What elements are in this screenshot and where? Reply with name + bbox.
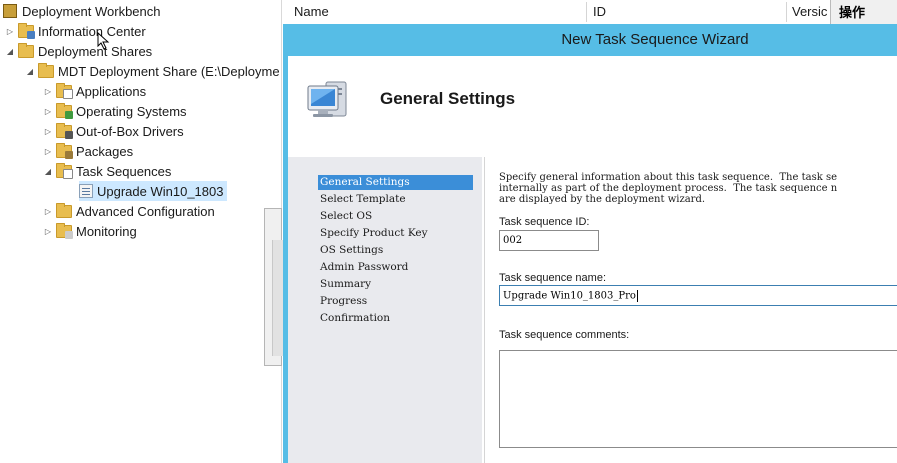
tree-item-label: Advanced Configuration (76, 203, 215, 219)
step-progress[interactable]: Progress (318, 294, 369, 309)
new-task-sequence-wizard: New Task Sequence Wizard General Setting… (283, 24, 897, 463)
tree-item-label: Packages (76, 143, 134, 159)
text-caret (636, 290, 638, 302)
computer-icon (307, 81, 347, 117)
folder-icon (56, 162, 73, 179)
wizard-header: General Settings (288, 56, 897, 157)
step-confirmation[interactable]: Confirmation (318, 311, 392, 326)
tree-item-label: Upgrade Win10_1803 (97, 183, 224, 199)
column-version[interactable]: Versic (792, 4, 827, 19)
workbench-icon (3, 4, 17, 18)
task-sequence-comments-textarea[interactable] (499, 350, 897, 448)
collapse-arrow-icon[interactable]: ◢ (43, 167, 53, 176)
wizard-title: New Task Sequence Wizard (561, 31, 749, 48)
wizard-body: General Settings General Settings Select… (288, 56, 897, 463)
page-description: Specify general information about this t… (499, 172, 838, 205)
folder-icon (56, 222, 73, 239)
task-sequence-name-value: Upgrade Win10_1803_Pro (503, 290, 636, 302)
tree-item-label: Task Sequences (76, 163, 172, 179)
step-admin-password[interactable]: Admin Password (318, 260, 410, 275)
tree-item-label: Information Center (38, 23, 146, 39)
navigation-tree: Deployment Workbench ▷ Information Cente… (0, 0, 282, 463)
expand-arrow-icon[interactable]: ▷ (5, 27, 15, 36)
expand-arrow-icon[interactable]: ▷ (43, 107, 53, 116)
expand-arrow-icon[interactable]: ▷ (43, 207, 53, 216)
expand-arrow-icon[interactable]: ▷ (43, 147, 53, 156)
step-specify-product-key[interactable]: Specify Product Key (318, 226, 430, 241)
step-summary[interactable]: Summary (318, 277, 373, 292)
tree-item-mdt-share[interactable]: ◢ MDT Deployment Share (E:\Deployme (25, 61, 280, 81)
step-select-template[interactable]: Select Template (318, 192, 408, 207)
folder-icon (56, 82, 73, 99)
task-sequence-id-input[interactable]: 002 (499, 230, 599, 251)
step-select-os[interactable]: Select OS (318, 209, 374, 224)
folder-icon (56, 142, 73, 159)
tree-item-packages[interactable]: ▷ Packages (43, 141, 133, 161)
mouse-cursor-icon (97, 32, 110, 50)
wizard-steps: General Settings Select Template Select … (288, 157, 482, 463)
tree-item-operating-systems[interactable]: ▷ Operating Systems (43, 101, 187, 121)
tree-item-label: Operating Systems (76, 103, 187, 119)
tree-item-information-center[interactable]: ▷ Information Center (5, 21, 146, 41)
tree-item-label: Applications (76, 83, 147, 99)
task-sequence-name-label: Task sequence name: (499, 272, 607, 284)
task-sequence-comments-label: Task sequence comments: (499, 329, 630, 341)
expand-arrow-icon[interactable]: ▷ (43, 127, 53, 136)
task-sequence-id-value: 002 (503, 235, 523, 246)
task-sequence-icon (79, 184, 93, 198)
tree-item-task-sequences[interactable]: ◢ Task Sequences (43, 161, 171, 181)
wizard-content: Specify general information about this t… (484, 157, 897, 463)
tree-item-label: Deployment Shares (38, 43, 153, 59)
folder-icon (18, 22, 35, 39)
tree-item-advanced-configuration[interactable]: ▷ Advanced Configuration (43, 201, 215, 221)
list-column-header: Name ID Versic (287, 0, 897, 26)
column-name[interactable]: Name (294, 4, 329, 19)
tree-item-label: Monitoring (76, 223, 137, 239)
tree-root-label: Deployment Workbench (22, 3, 161, 19)
step-general-settings[interactable]: General Settings (318, 175, 473, 190)
folder-icon (56, 202, 72, 218)
share-folder-icon (38, 62, 54, 78)
collapse-arrow-icon[interactable]: ◢ (25, 67, 35, 76)
folder-icon (56, 102, 73, 119)
tree-item-monitoring[interactable]: ▷ Monitoring (43, 221, 137, 241)
page-title: General Settings (380, 89, 516, 108)
tree-root[interactable]: Deployment Workbench (3, 1, 161, 21)
tree-item-label: Out-of-Box Drivers (76, 123, 184, 139)
column-divider[interactable] (786, 2, 787, 22)
scrollbar-thumb[interactable] (272, 240, 283, 356)
folder-icon (18, 42, 34, 58)
actions-pane-header: 操作 (830, 0, 897, 25)
folder-icon (56, 122, 73, 139)
step-os-settings[interactable]: OS Settings (318, 243, 385, 258)
task-sequence-id-label: Task sequence ID: (499, 216, 590, 228)
expand-arrow-icon[interactable]: ▷ (43, 227, 53, 236)
tree-item-deployment-shares[interactable]: ◢ Deployment Shares (5, 41, 152, 61)
expand-arrow-icon[interactable]: ▷ (43, 87, 53, 96)
tree-item-upgrade-win10[interactable]: Upgrade Win10_1803 (79, 181, 228, 201)
column-divider[interactable] (586, 2, 587, 22)
task-sequence-name-input[interactable]: Upgrade Win10_1803_Pro (499, 285, 897, 306)
tree-item-applications[interactable]: ▷ Applications (43, 81, 146, 101)
collapse-arrow-icon[interactable]: ◢ (5, 47, 15, 56)
tree-item-drivers[interactable]: ▷ Out-of-Box Drivers (43, 121, 184, 141)
tree-item-label: MDT Deployment Share (E:\Deployme (58, 63, 280, 79)
column-id[interactable]: ID (593, 4, 606, 19)
